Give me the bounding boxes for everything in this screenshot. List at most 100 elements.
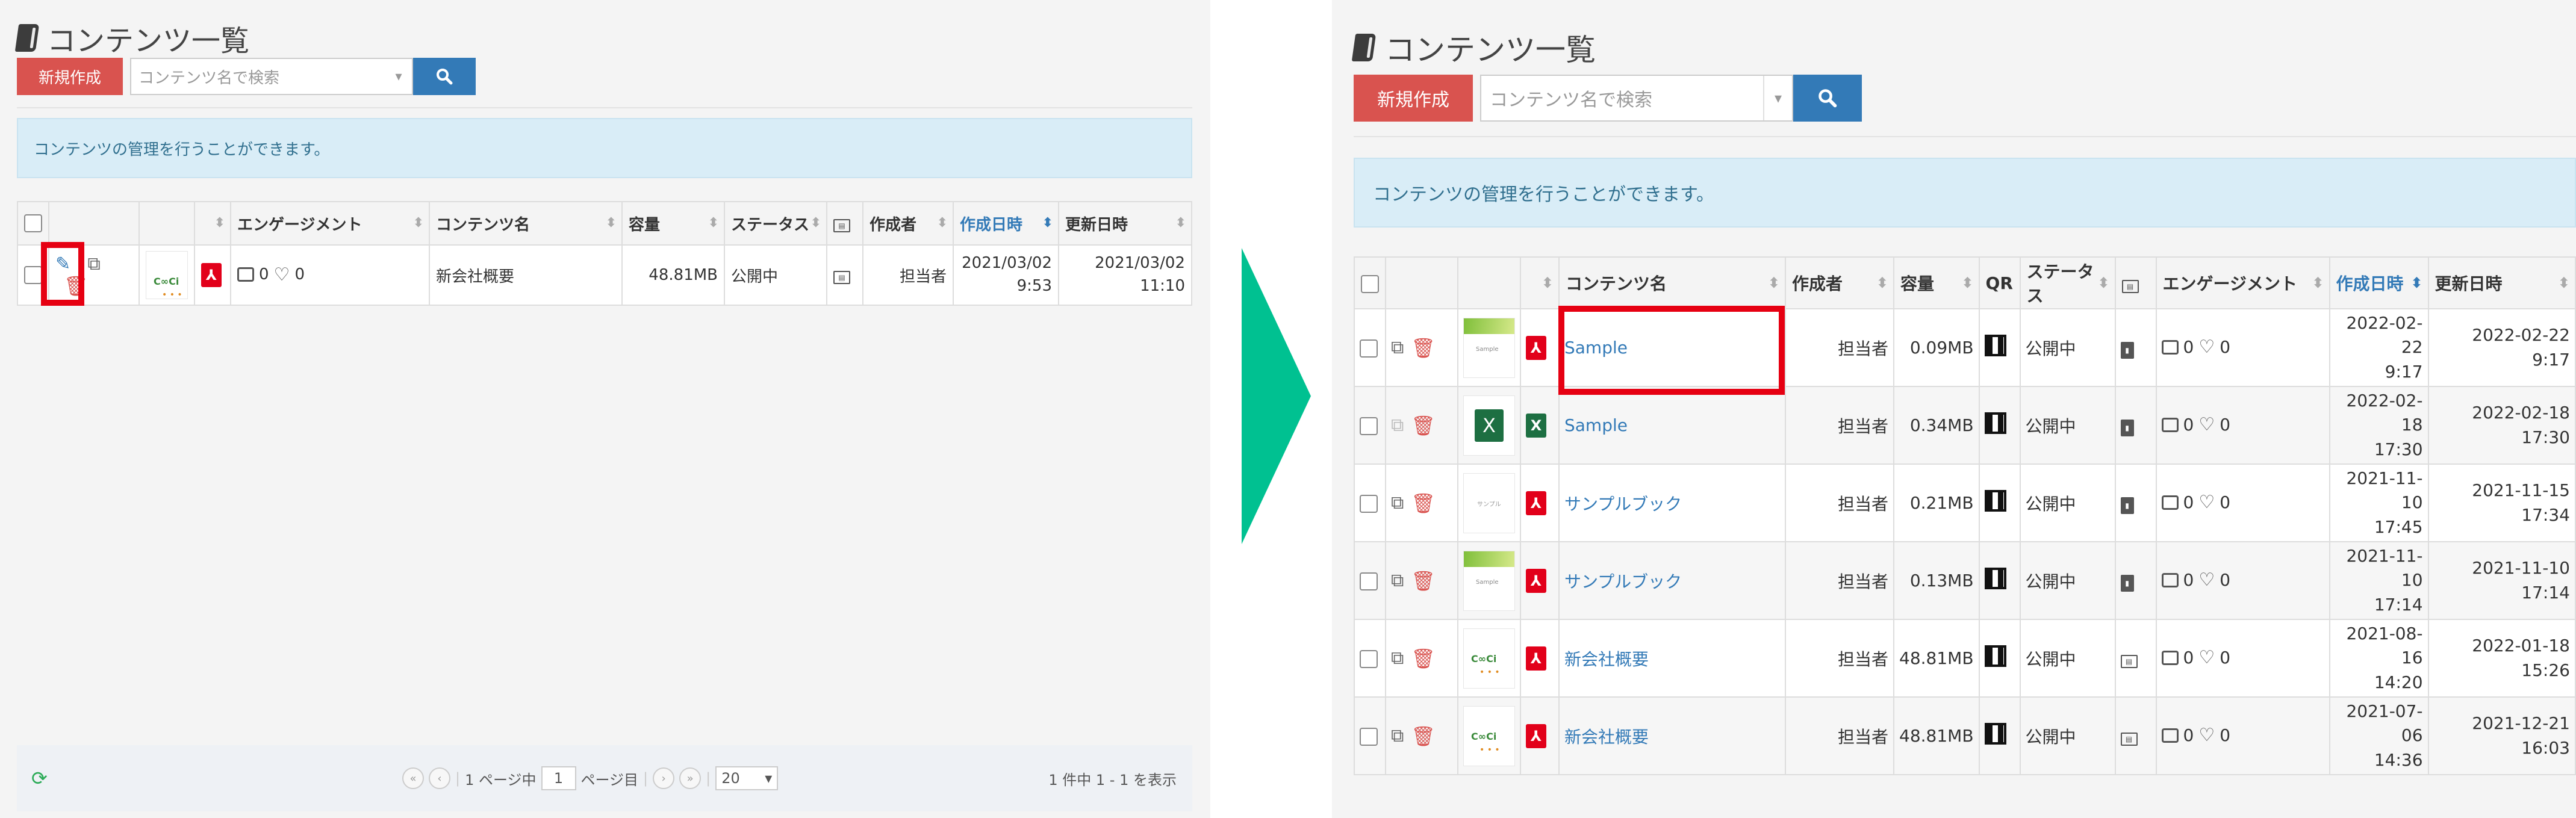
first-page-button[interactable]: « — [402, 767, 424, 789]
search-input[interactable]: コンテンツ名で検索 ▾ — [130, 58, 413, 95]
row-kind-cell: ▮ — [2114, 386, 2157, 465]
delete-icon[interactable]: 🗑 — [1411, 492, 1436, 515]
row-checkbox[interactable] — [1360, 417, 1378, 435]
search-button[interactable] — [413, 58, 476, 95]
page-header: コンテンツ一覧 — [1351, 26, 1596, 69]
thumbnail-image[interactable] — [1463, 317, 1515, 378]
col-updated-at[interactable]: 更新日時 — [1058, 201, 1192, 246]
row-checkbox[interactable] — [1360, 572, 1378, 590]
row-checkbox[interactable] — [1360, 728, 1378, 746]
col-content-name[interactable]: コンテンツ名 — [1558, 256, 1786, 309]
col-updated-at[interactable]: 更新日時 — [2427, 256, 2576, 309]
search-input[interactable]: コンテンツ名で検索 ▾ — [1480, 75, 1793, 122]
updated-date: 2021-11-15 — [2472, 480, 2570, 500]
col-status[interactable]: ステータス — [2019, 256, 2116, 309]
row-creator-cell: 担当者 — [1785, 541, 1894, 620]
preview-icon[interactable]: ⧉ — [1391, 337, 1404, 358]
row-checkbox[interactable] — [1360, 495, 1378, 513]
last-page-button[interactable]: » — [679, 767, 702, 789]
prev-page-button[interactable]: ‹ — [429, 767, 450, 789]
row-thumbnail-cell — [1457, 696, 1521, 775]
col-creator[interactable]: 作成者 — [862, 201, 954, 246]
row-qr-cell — [1978, 308, 2021, 387]
row-name-link[interactable]: 新会社概要 — [1558, 696, 1786, 775]
type-header[interactable] — [1520, 256, 1560, 309]
chevron-down-icon[interactable]: ▾ — [385, 59, 412, 94]
new-content-button[interactable]: 新規作成 — [1354, 75, 1473, 122]
row-size-cell: 48.81MB — [1893, 619, 1980, 698]
qr-code-icon[interactable] — [1984, 723, 2006, 745]
preview-icon[interactable]: ⧉ — [1391, 570, 1404, 591]
row-qr-cell — [1978, 541, 2021, 620]
col-created-at[interactable]: 作成日時 — [953, 201, 1059, 246]
row-name-cell[interactable]: 新会社概要 — [429, 244, 623, 306]
row-name-link[interactable]: サンプルブック — [1558, 463, 1786, 542]
refresh-icon[interactable]: ⟳ — [31, 767, 48, 790]
created-time: 17:14 — [2374, 594, 2423, 615]
thumbnail-image[interactable] — [146, 251, 188, 299]
col-engagement[interactable]: エンゲージメント — [2155, 256, 2330, 309]
preview-icon[interactable]: ⧉ — [1391, 648, 1404, 669]
thumbnail-image[interactable]: X — [1463, 395, 1515, 456]
select-all-checkbox[interactable] — [24, 214, 42, 233]
search-button[interactable] — [1793, 75, 1862, 122]
row-status-cell: 公開中 — [2019, 619, 2116, 698]
col-size[interactable]: 容量 — [621, 201, 725, 246]
preview-icon[interactable]: ⧉ — [87, 253, 100, 274]
row-engagement-cell: 0 ♡ 0 — [230, 244, 430, 306]
qr-code-icon[interactable] — [1984, 490, 2006, 512]
row-created-cell: 2021-11-10 17:14 — [2329, 541, 2429, 620]
like-count: 0 — [2220, 337, 2231, 358]
col-size[interactable]: 容量 — [1893, 256, 1980, 309]
book-icon — [1351, 34, 1377, 61]
card-icon: ▤ — [833, 219, 850, 232]
delete-icon[interactable]: 🗑 — [1411, 414, 1436, 437]
row-checkbox[interactable] — [1360, 650, 1378, 668]
delete-icon[interactable]: 🗑 — [1411, 647, 1436, 670]
comment-icon — [237, 267, 254, 282]
new-content-button[interactable]: 新規作成 — [17, 58, 123, 95]
select-all-checkbox[interactable] — [1361, 274, 1379, 293]
col-content-name[interactable]: コンテンツ名 — [429, 201, 623, 246]
col-engagement[interactable]: エンゲージメント — [230, 201, 430, 246]
separator: | — [643, 770, 649, 787]
thumbnail-image[interactable] — [1463, 628, 1515, 689]
row-kind-cell: ▤ — [2114, 619, 2157, 698]
type-header[interactable] — [194, 201, 231, 246]
row-size-cell: 0.21MB — [1893, 463, 1980, 542]
qr-code-icon[interactable] — [1984, 568, 2006, 589]
chevron-down-icon[interactable]: ▾ — [1763, 76, 1792, 120]
row-checkbox[interactable] — [24, 266, 42, 285]
table-row: ⧉🗑⅄新会社概要担当者48.81MB公開中▤0♡02021-07-0614:36… — [1354, 696, 2576, 775]
delete-icon[interactable]: 🗑 — [1411, 725, 1436, 748]
preview-icon[interactable]: ⧉ — [1391, 492, 1404, 513]
col-creator[interactable]: 作成者 — [1785, 256, 1894, 309]
preview-icon[interactable]: ⧉ — [1391, 415, 1404, 436]
qr-code-icon[interactable] — [1984, 645, 2006, 667]
row-checkbox[interactable] — [1360, 339, 1378, 358]
row-name-link[interactable]: サンプルブック — [1558, 541, 1786, 620]
created-time: 9:53 — [1016, 277, 1052, 295]
heart-icon: ♡ — [2198, 647, 2215, 669]
col-status[interactable]: ステータス — [724, 201, 827, 246]
per-page-value: 20 — [721, 770, 740, 787]
search-icon — [1818, 89, 1837, 108]
delete-icon[interactable]: 🗑 — [1411, 336, 1436, 359]
qr-code-icon[interactable] — [1984, 412, 2006, 434]
per-page-select[interactable]: 20 ▾ — [715, 766, 779, 790]
row-name-link[interactable]: Sample — [1558, 386, 1786, 465]
col-created-at[interactable]: 作成日時 — [2329, 256, 2429, 309]
next-page-button[interactable]: › — [653, 767, 675, 789]
row-card-cell: ▤ — [826, 244, 863, 306]
comment-count: 0 — [2183, 725, 2194, 746]
card-header: ▤ — [2114, 256, 2157, 309]
row-name-link[interactable]: 新会社概要 — [1558, 619, 1786, 698]
preview-icon[interactable]: ⧉ — [1391, 725, 1404, 746]
qr-code-icon[interactable] — [1984, 335, 2006, 356]
page-number-input[interactable]: 1 — [541, 766, 576, 790]
delete-icon[interactable]: 🗑 — [1411, 569, 1436, 592]
divider — [1354, 136, 2576, 137]
thumbnail-image[interactable] — [1463, 473, 1515, 533]
thumbnail-image[interactable] — [1463, 550, 1515, 611]
thumbnail-image[interactable] — [1463, 705, 1515, 766]
